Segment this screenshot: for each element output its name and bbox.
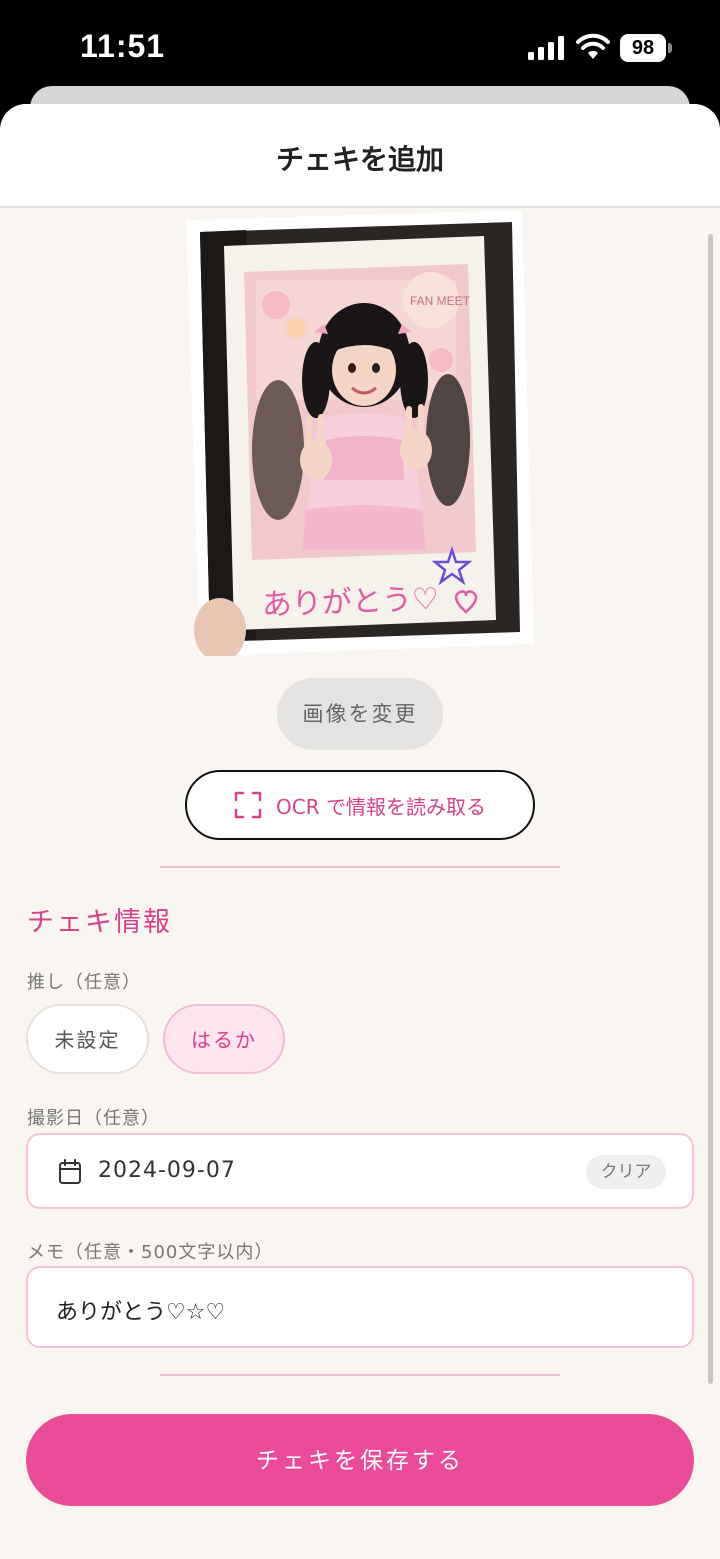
date-field[interactable]: 2024-09-07 クリア: [26, 1133, 694, 1209]
scrollbar[interactable]: [708, 234, 713, 1384]
status-time: 11:51: [80, 28, 166, 64]
clear-date-button[interactable]: クリア: [586, 1155, 666, 1189]
memo-label: メモ（任意・500文字以内）: [27, 1242, 274, 1263]
oshi-option-unset[interactable]: 未設定: [26, 1004, 149, 1074]
battery-icon: 98: [620, 34, 672, 62]
divider-bottom: [160, 1374, 560, 1376]
section-title-cheki-info: チェキ情報: [27, 907, 172, 938]
cheki-photo: FAN MEET ありがとう♡: [186, 210, 534, 656]
change-image-button[interactable]: 画像を変更: [277, 678, 443, 750]
date-label: 撮影日（任意）: [27, 1108, 160, 1129]
battery-level: 98: [620, 34, 666, 62]
oshi-option-haruka[interactable]: はるか: [163, 1004, 285, 1074]
wifi-icon: [576, 33, 610, 59]
memo-field[interactable]: ありがとう♡☆♡: [26, 1266, 694, 1348]
date-value: 2024-09-07: [98, 1158, 236, 1183]
photo-caption: ありがとう♡: [261, 582, 439, 623]
calendar-icon: [59, 1159, 81, 1184]
divider-top: [160, 866, 560, 868]
ocr-button-label: OCR で情報を読み取る: [276, 794, 486, 819]
add-cheki-sheet: チェキを追加 FAN MEET ありがとう♡ 画像を変更 OCR で情報を読み取…: [0, 104, 720, 1559]
oshi-label: 推し（任意）: [27, 972, 141, 993]
memo-value: ありがとう♡☆♡: [56, 1300, 226, 1325]
save-cheki-button[interactable]: チェキを保存する: [26, 1414, 694, 1506]
cellular-signal-icon: [528, 36, 564, 60]
ocr-button[interactable]: OCR で情報を読み取る: [185, 770, 535, 840]
status-bar: 11:51 98: [0, 0, 720, 100]
sheet-header: チェキを追加: [0, 104, 720, 208]
sheet-title: チェキを追加: [275, 143, 444, 176]
svg-text:FAN MEET: FAN MEET: [410, 294, 471, 308]
scan-icon: [234, 791, 262, 819]
